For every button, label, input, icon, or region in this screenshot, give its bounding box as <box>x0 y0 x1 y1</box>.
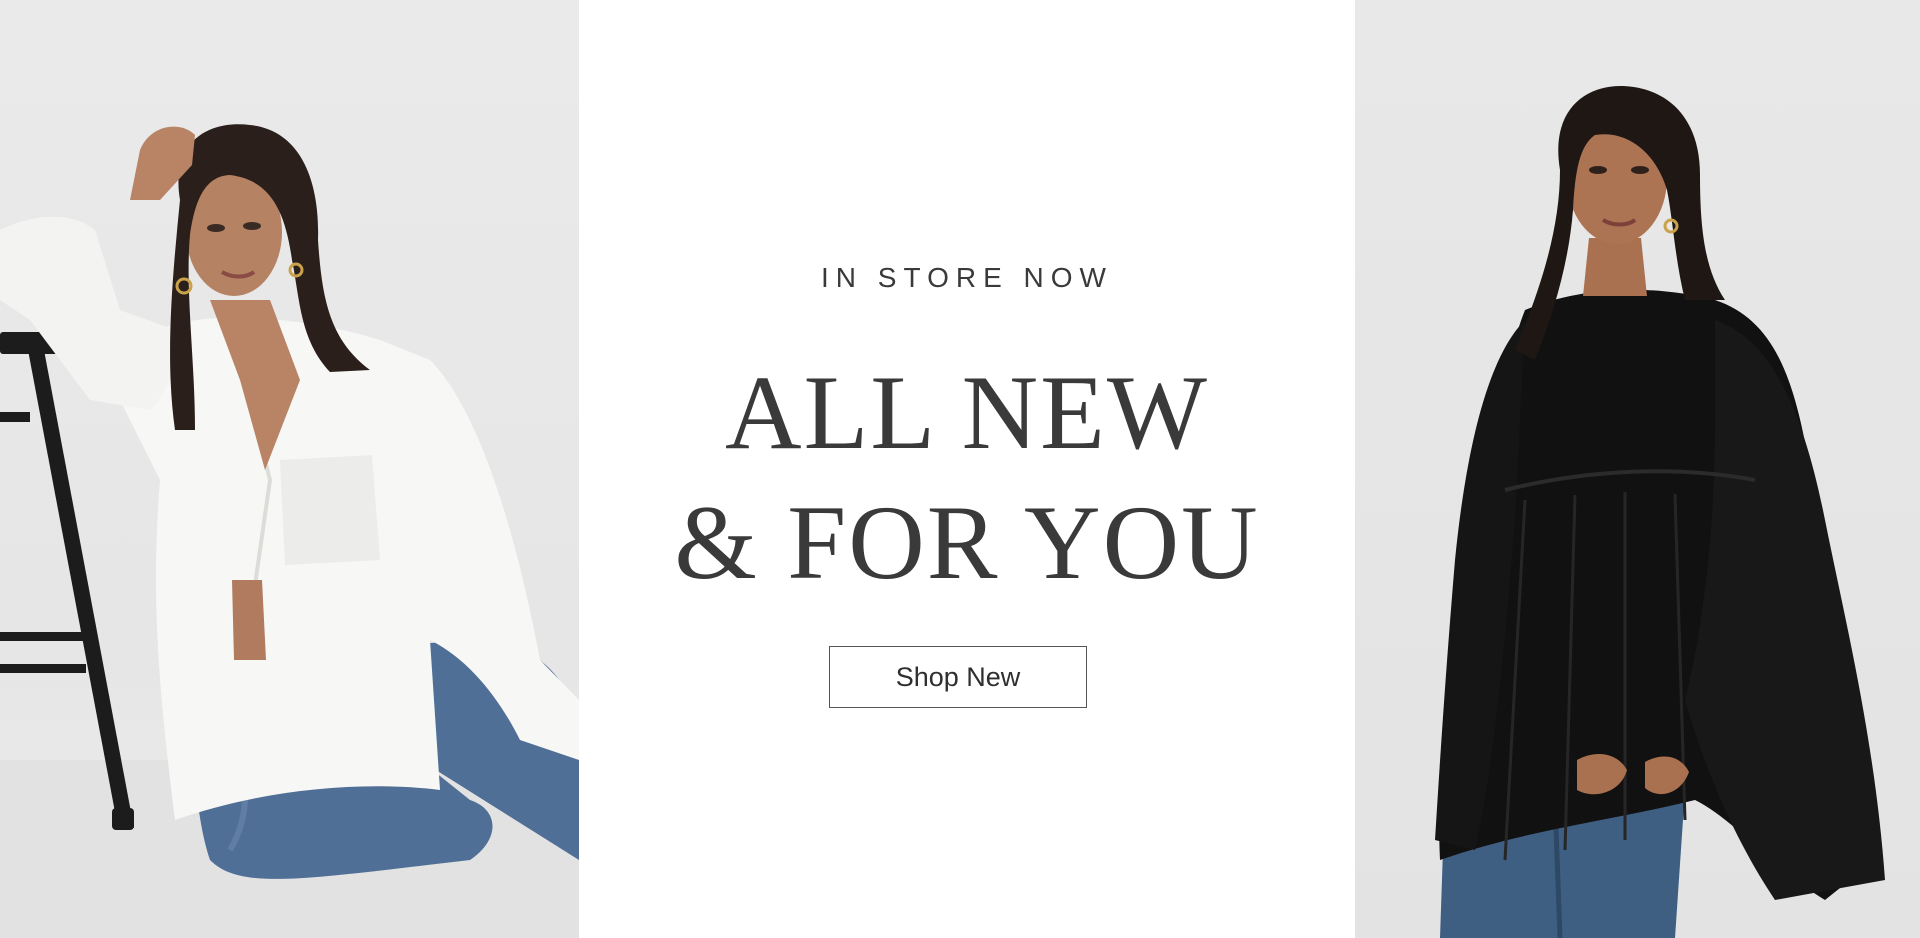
hero-banner: IN STORE NOW ALL NEW & FOR YOU Shop New <box>0 0 1920 938</box>
promo-headline: ALL NEW & FOR YOU <box>579 348 1355 608</box>
shop-new-button[interactable]: Shop New <box>829 646 1087 708</box>
stool-shape <box>0 332 134 830</box>
promo-eyebrow: IN STORE NOW <box>821 262 1113 293</box>
model-black-blouse-photo[interactable] <box>1355 0 1920 938</box>
model-black-blouse-illustration <box>1435 85 1885 938</box>
headline-line-2: & FOR YOU <box>674 484 1260 601</box>
headline-line-1: ALL NEW <box>725 354 1209 471</box>
promo-panel: IN STORE NOW ALL NEW & FOR YOU Shop New <box>579 0 1355 938</box>
model-white-shirt-photo[interactable] <box>0 0 579 938</box>
model-white-shirt-illustration <box>0 124 579 938</box>
